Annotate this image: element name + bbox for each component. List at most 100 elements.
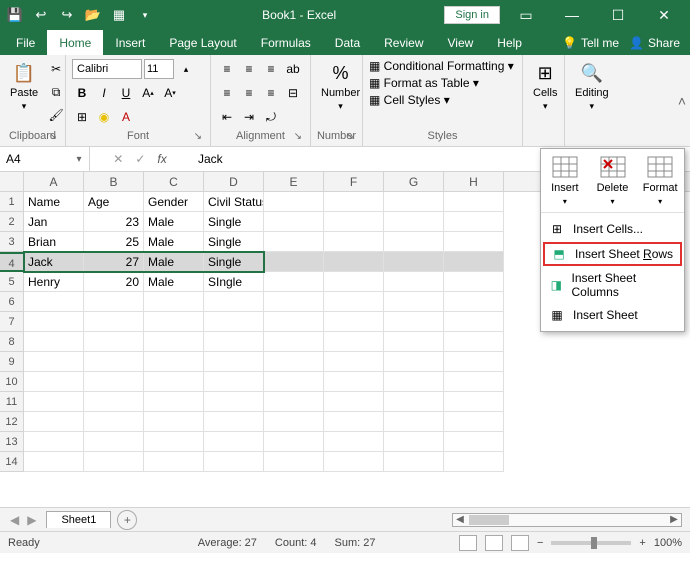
fill-color-icon[interactable]: ◉ bbox=[94, 107, 114, 127]
cell[interactable] bbox=[204, 452, 264, 472]
cell[interactable] bbox=[24, 312, 84, 332]
cell[interactable] bbox=[324, 292, 384, 312]
zoom-slider[interactable] bbox=[551, 541, 631, 545]
bold-button[interactable]: B bbox=[72, 83, 92, 103]
fx-icon[interactable]: fx bbox=[157, 152, 166, 166]
column-header[interactable]: G bbox=[384, 172, 444, 191]
cell[interactable] bbox=[444, 412, 504, 432]
cell[interactable] bbox=[444, 452, 504, 472]
cell[interactable] bbox=[264, 252, 324, 272]
cell[interactable] bbox=[324, 232, 384, 252]
insert-sheet-item[interactable]: ▦ Insert Sheet bbox=[541, 303, 684, 327]
paste-button[interactable]: 📋 Paste ▾ bbox=[6, 59, 42, 114]
row-header[interactable]: 12 bbox=[0, 412, 24, 432]
name-box[interactable]: ▾ bbox=[0, 147, 90, 171]
cell[interactable] bbox=[324, 252, 384, 272]
normal-view-icon[interactable] bbox=[459, 535, 477, 551]
cell[interactable]: SIngle bbox=[204, 272, 264, 292]
cell[interactable] bbox=[384, 432, 444, 452]
save-icon[interactable]: 💾 bbox=[6, 6, 24, 24]
insert-sheet-rows-item[interactable]: ⬒ Insert Sheet Rows bbox=[543, 242, 682, 266]
column-header[interactable]: H bbox=[444, 172, 504, 191]
column-header[interactable]: D bbox=[204, 172, 264, 191]
orientation-icon[interactable]: ⤾ bbox=[261, 107, 281, 127]
cell[interactable]: Jan bbox=[24, 212, 84, 232]
cell[interactable] bbox=[144, 412, 204, 432]
decrease-indent-icon[interactable]: ⇤ bbox=[217, 107, 237, 127]
cell[interactable] bbox=[204, 432, 264, 452]
increase-font-icon[interactable]: ▴ bbox=[176, 59, 196, 79]
cell[interactable]: 25 bbox=[84, 232, 144, 252]
cell[interactable] bbox=[84, 312, 144, 332]
cell[interactable] bbox=[324, 212, 384, 232]
enter-formula-icon[interactable]: ✓ bbox=[135, 152, 145, 166]
tab-view[interactable]: View bbox=[436, 30, 486, 55]
cell[interactable] bbox=[264, 432, 324, 452]
cell[interactable] bbox=[384, 212, 444, 232]
cell[interactable] bbox=[444, 432, 504, 452]
insert-sheet-columns-item[interactable]: ◨ Insert Sheet Columns bbox=[541, 267, 684, 303]
open-icon[interactable]: 📂 bbox=[84, 6, 102, 24]
cell[interactable] bbox=[324, 312, 384, 332]
cell[interactable] bbox=[384, 412, 444, 432]
align-center-icon[interactable]: ≡ bbox=[239, 83, 259, 103]
insert-cells-item[interactable]: ⊞ Insert Cells... bbox=[541, 217, 684, 241]
cell[interactable] bbox=[24, 432, 84, 452]
undo-icon[interactable]: ↩ bbox=[32, 6, 50, 24]
ribbon-options-icon[interactable]: ▭ bbox=[506, 0, 546, 30]
cell[interactable] bbox=[324, 432, 384, 452]
format-painter-icon[interactable]: 🖌 bbox=[46, 105, 66, 125]
cell[interactable] bbox=[84, 292, 144, 312]
italic-button[interactable]: I bbox=[94, 83, 114, 103]
cell[interactable] bbox=[324, 332, 384, 352]
cell[interactable] bbox=[144, 392, 204, 412]
cell[interactable] bbox=[144, 312, 204, 332]
cell[interactable] bbox=[264, 212, 324, 232]
align-left-icon[interactable]: ≡ bbox=[217, 83, 237, 103]
conditional-formatting-button[interactable]: ▦ Conditional Formatting ▾ bbox=[369, 59, 514, 73]
sheet-nav-prev-icon[interactable]: ◀ bbox=[10, 513, 19, 527]
cell[interactable] bbox=[144, 352, 204, 372]
cell[interactable] bbox=[444, 192, 504, 212]
cell[interactable] bbox=[84, 372, 144, 392]
cell[interactable] bbox=[204, 412, 264, 432]
cell[interactable] bbox=[84, 432, 144, 452]
cell[interactable]: Male bbox=[144, 252, 204, 272]
chevron-down-icon[interactable]: ▾ bbox=[70, 154, 88, 165]
new-sheet-button[interactable]: + bbox=[117, 510, 137, 530]
tab-home[interactable]: Home bbox=[47, 30, 103, 55]
cell[interactable] bbox=[84, 452, 144, 472]
cell[interactable] bbox=[384, 232, 444, 252]
share-button[interactable]: 👤 Share bbox=[629, 36, 680, 50]
cell[interactable] bbox=[24, 392, 84, 412]
cell[interactable]: Male bbox=[144, 212, 204, 232]
align-right-icon[interactable]: ≡ bbox=[261, 83, 281, 103]
cell[interactable] bbox=[264, 312, 324, 332]
cell[interactable] bbox=[444, 312, 504, 332]
cell[interactable] bbox=[444, 352, 504, 372]
cell[interactable]: Henry bbox=[24, 272, 84, 292]
sheet-tab[interactable]: Sheet1 bbox=[46, 511, 111, 528]
cell[interactable] bbox=[84, 352, 144, 372]
cell[interactable]: Single bbox=[204, 252, 264, 272]
cell[interactable]: Male bbox=[144, 272, 204, 292]
horizontal-scrollbar[interactable]: ◀ ▶ bbox=[452, 513, 682, 527]
cell[interactable] bbox=[204, 292, 264, 312]
row-header[interactable]: 14 bbox=[0, 452, 24, 472]
cell[interactable] bbox=[324, 272, 384, 292]
collapse-ribbon-icon[interactable]: ˄ bbox=[678, 93, 686, 109]
cell[interactable] bbox=[84, 332, 144, 352]
cell[interactable] bbox=[444, 252, 504, 272]
cell[interactable] bbox=[444, 392, 504, 412]
cell[interactable]: Male bbox=[144, 232, 204, 252]
cell[interactable] bbox=[384, 312, 444, 332]
delete-split-button[interactable]: Delete ▾ bbox=[589, 149, 637, 212]
scroll-right-icon[interactable]: ▶ bbox=[667, 514, 681, 525]
table-icon[interactable]: ▦ bbox=[110, 6, 128, 24]
zoom-level[interactable]: 100% bbox=[654, 537, 682, 549]
cell[interactable] bbox=[324, 452, 384, 472]
page-layout-view-icon[interactable] bbox=[485, 535, 503, 551]
zoom-in-icon[interactable]: + bbox=[639, 537, 645, 549]
cell[interactable] bbox=[264, 332, 324, 352]
tab-data[interactable]: Data bbox=[323, 30, 372, 55]
